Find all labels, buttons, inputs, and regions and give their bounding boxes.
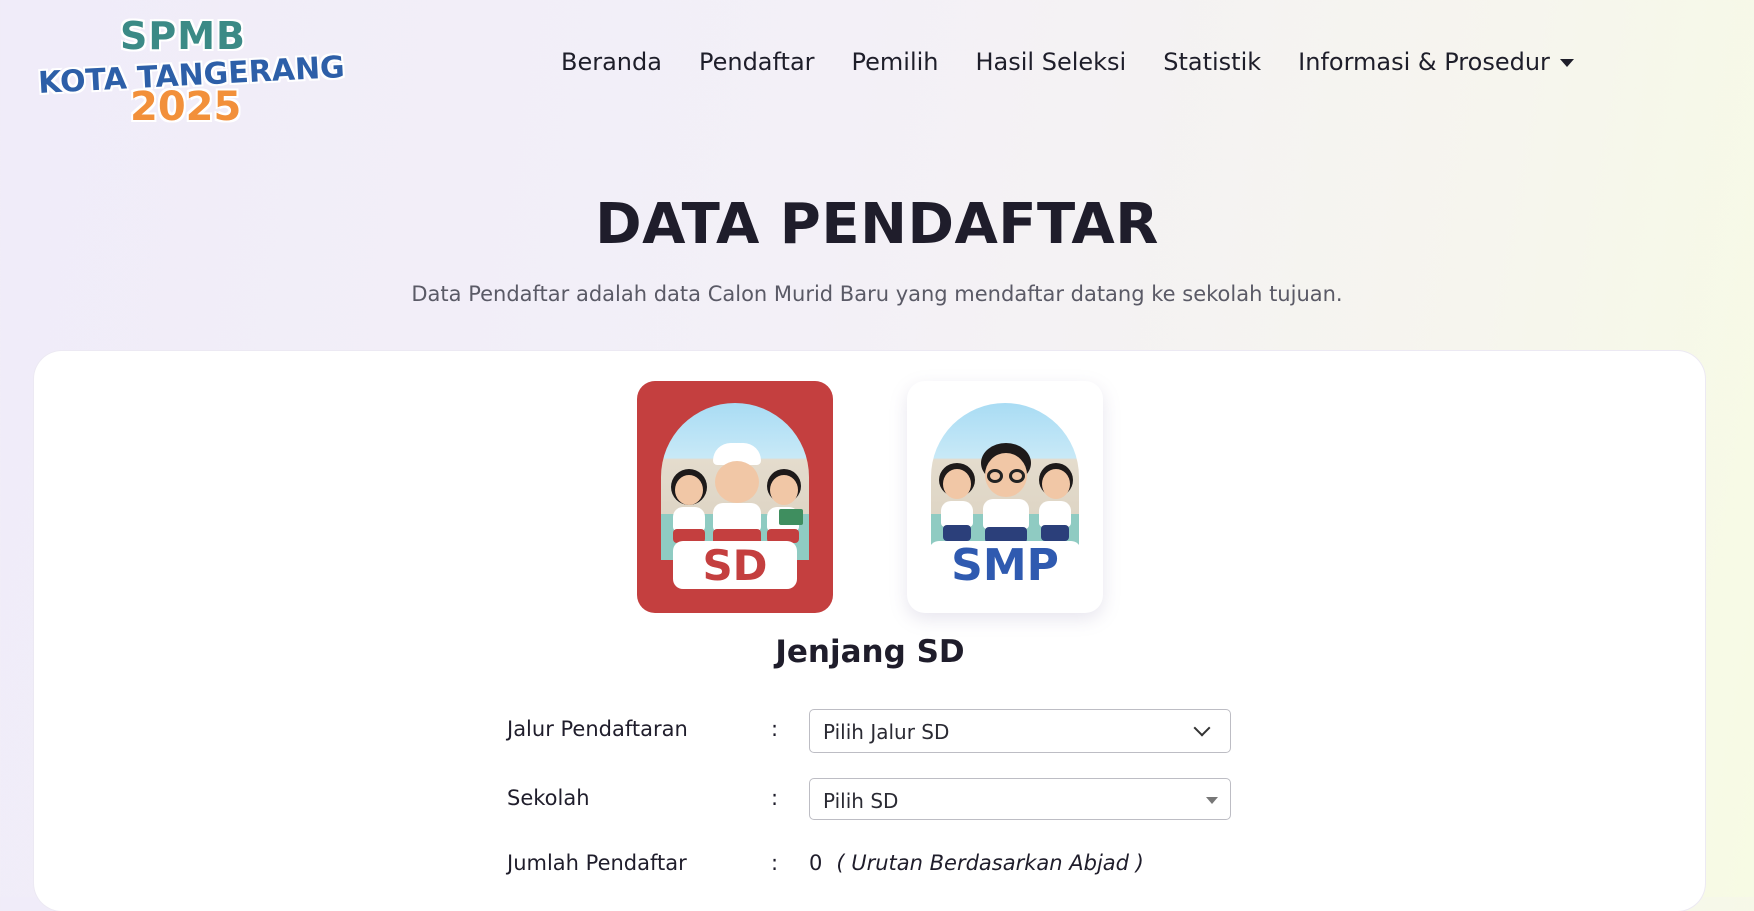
sd-badge-label: SD xyxy=(673,541,797,590)
jalur-label: Jalur Pendaftaran xyxy=(507,717,688,741)
caret-down-icon xyxy=(1206,797,1218,804)
content-card xyxy=(34,351,1705,911)
chevron-down-icon xyxy=(1193,719,1211,737)
sekolah-select-value: Pilih SD xyxy=(823,789,899,813)
smp-badge-label: SMP xyxy=(929,540,1081,591)
form-row-sekolah: Sekolah : Pilih SD xyxy=(507,778,1237,822)
sd-students-illustration xyxy=(661,403,809,560)
nav-pendaftar[interactable]: Pendaftar xyxy=(699,48,815,76)
page-title: DATA PENDAFTAR xyxy=(595,192,1159,257)
form-row-jumlah: Jumlah Pendaftar : 0 ( Urutan Berdasarkan… xyxy=(507,843,1237,887)
page-subtitle: Data Pendaftar adalah data Calon Murid B… xyxy=(411,282,1343,306)
nav-pemilih[interactable]: Pemilih xyxy=(852,48,939,76)
main-menu: Beranda Pendaftar Pemilih Hasil Seleksi … xyxy=(561,48,1574,76)
jalur-select[interactable]: Pilih Jalur SD xyxy=(809,709,1231,753)
navbar: SPMB KOTA TANGERANG 2025 Beranda Pendaft… xyxy=(0,0,1754,140)
sekolah-label: Sekolah xyxy=(507,786,590,810)
selected-level-title: Jenjang SD xyxy=(775,634,965,670)
jumlah-value: 0 xyxy=(809,851,823,875)
nav-statistik[interactable]: Statistik xyxy=(1163,48,1261,76)
jumlah-note: ( Urutan Berdasarkan Abjad ) xyxy=(836,851,1144,875)
jalur-select-value: Pilih Jalur SD xyxy=(823,720,950,744)
form-row-jalur: Jalur Pendaftaran : Pilih Jalur SD xyxy=(507,709,1237,753)
jumlah-label: Jumlah Pendaftar xyxy=(507,851,687,875)
level-sd-button[interactable]: SD xyxy=(637,381,833,613)
nav-hasil-seleksi[interactable]: Hasil Seleksi xyxy=(976,48,1127,76)
jumlah-colon: : xyxy=(771,851,779,875)
nav-beranda[interactable]: Beranda xyxy=(561,48,662,76)
jalur-colon: : xyxy=(771,717,779,741)
nav-informasi-label: Informasi & Prosedur xyxy=(1298,48,1550,76)
logo-text-spmb: SPMB xyxy=(120,14,246,58)
spmb-logo[interactable]: SPMB KOTA TANGERANG 2025 xyxy=(37,14,345,130)
sekolah-select[interactable]: Pilih SD xyxy=(809,778,1231,820)
sekolah-colon: : xyxy=(771,786,779,810)
smp-students-illustration xyxy=(931,403,1079,560)
nav-informasi-prosedur[interactable]: Informasi & Prosedur xyxy=(1298,48,1574,76)
level-smp-button[interactable]: SMP xyxy=(907,381,1103,613)
logo-text-year: 2025 xyxy=(130,84,242,130)
caret-down-icon xyxy=(1559,59,1574,67)
jumlah-pendaftar: 0 ( Urutan Berdasarkan Abjad ) xyxy=(809,851,1144,875)
